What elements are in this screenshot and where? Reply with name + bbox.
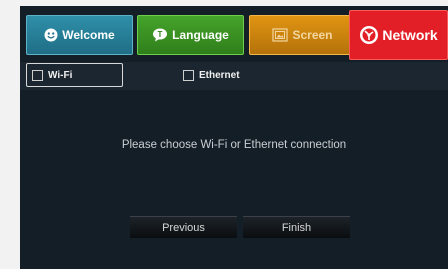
wifi-label: Wi-Fi — [48, 69, 73, 81]
connection-options: Wi-Fi Ethernet — [20, 62, 448, 90]
wifi-checkbox-box[interactable] — [32, 69, 43, 81]
tab-language-label: Language — [172, 28, 229, 42]
ethernet-checkbox[interactable]: Ethernet — [183, 63, 240, 87]
svg-text:T: T — [158, 30, 163, 39]
tab-language[interactable]: T Language — [137, 15, 244, 55]
screen-icon — [272, 28, 289, 42]
instruction-text: Please choose Wi-Fi or Ethernet connecti… — [121, 139, 347, 151]
wifi-checkbox[interactable]: Wi-Fi — [26, 63, 123, 87]
tab-network-label: Network — [382, 27, 438, 43]
previous-button[interactable]: Previous — [130, 216, 237, 238]
speech-bubble-icon: T — [152, 28, 168, 42]
tab-screen[interactable]: Screen — [249, 15, 356, 55]
tab-welcome-label: Welcome — [62, 28, 115, 42]
tab-welcome[interactable]: Welcome — [26, 15, 133, 55]
tab-screen-label: Screen — [292, 28, 333, 42]
finish-button[interactable]: Finish — [243, 216, 350, 238]
tab-network[interactable]: Network — [349, 10, 448, 60]
smiley-icon — [44, 28, 58, 42]
network-globe-icon — [359, 25, 379, 45]
ethernet-checkbox-box[interactable] — [183, 69, 194, 81]
setup-screen: Welcome T Language Screen Network Wi-Fi … — [20, 6, 448, 269]
ethernet-label: Ethernet — [199, 69, 240, 81]
